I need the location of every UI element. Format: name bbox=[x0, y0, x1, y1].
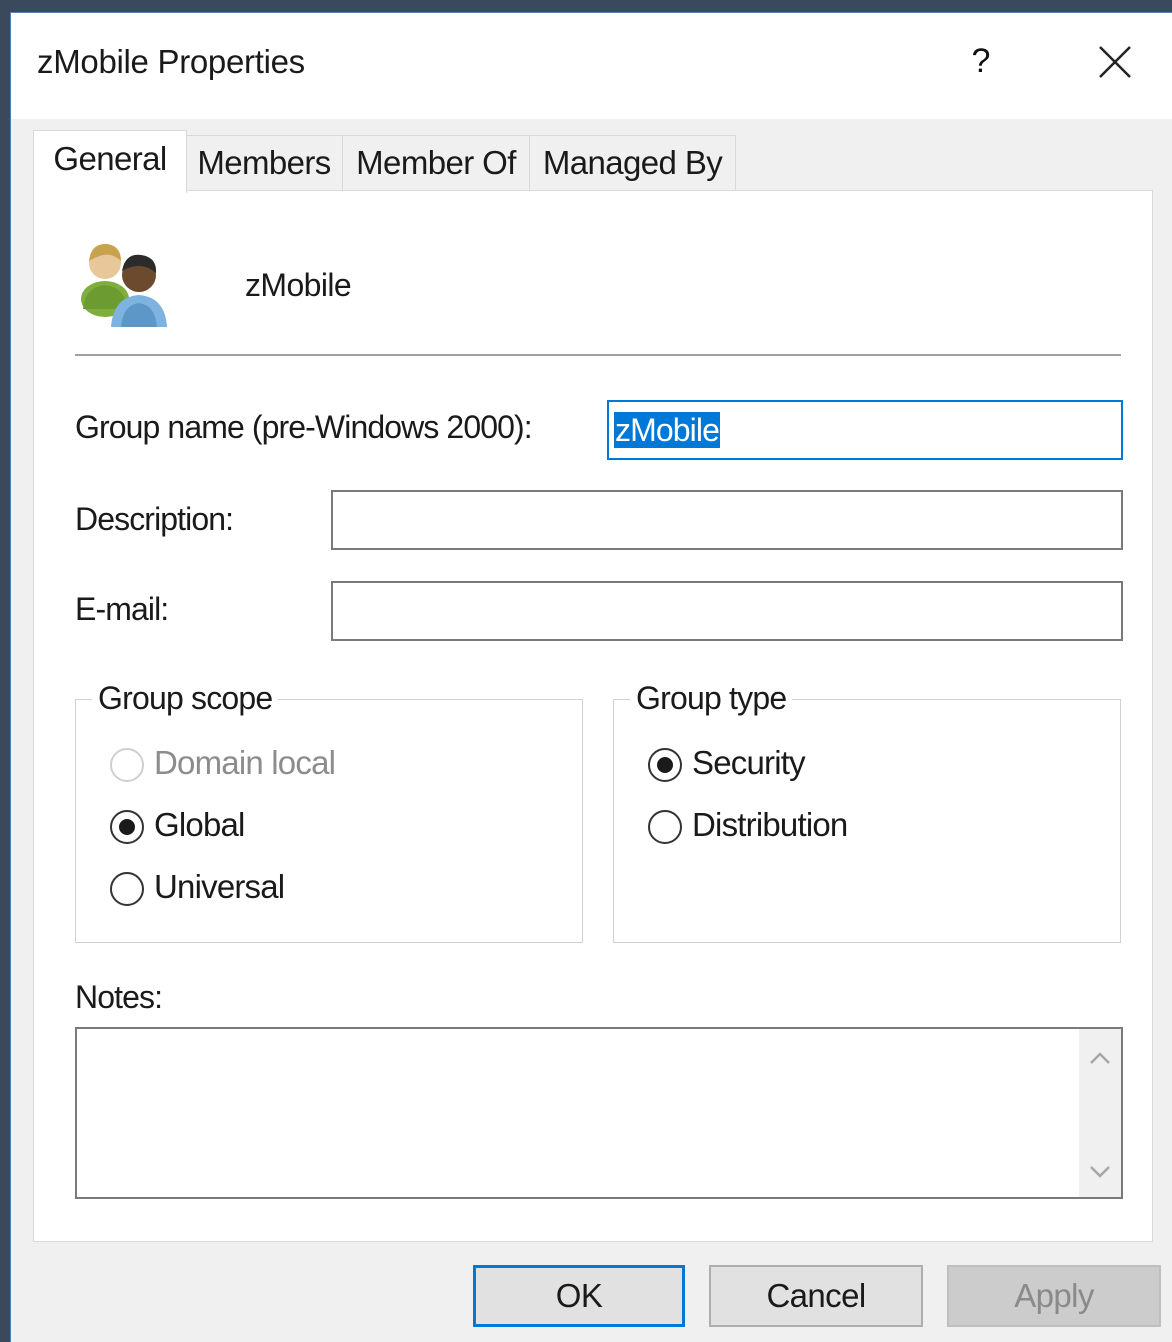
close-button[interactable] bbox=[1089, 31, 1139, 91]
group-scope-title: Group scope bbox=[92, 680, 279, 717]
help-button[interactable]: ? bbox=[956, 31, 1006, 91]
group-scope-box: Group scope Domain local Global Universa… bbox=[75, 680, 583, 943]
description-label: Description: bbox=[75, 501, 234, 537]
radio-distribution-button[interactable] bbox=[648, 810, 682, 844]
tab-managed-by[interactable]: Managed By bbox=[529, 135, 736, 190]
chevron-down-icon bbox=[1090, 1166, 1110, 1178]
group-users-icon bbox=[81, 243, 167, 327]
tab-members[interactable]: Members bbox=[185, 135, 343, 190]
notes-label: Notes: bbox=[75, 979, 163, 1015]
dialog-title: zMobile Properties bbox=[37, 43, 305, 80]
object-name-label: zMobile bbox=[245, 267, 352, 303]
chevron-up-icon bbox=[1090, 1052, 1110, 1064]
radio-security-button[interactable] bbox=[648, 748, 682, 782]
radio-domain-local: Domain local bbox=[110, 744, 360, 786]
email-label: E-mail: bbox=[75, 591, 169, 627]
group-name-field[interactable]: zMobile bbox=[607, 400, 1123, 460]
ok-button[interactable]: OK bbox=[473, 1265, 685, 1327]
radio-universal[interactable]: Universal bbox=[110, 868, 310, 910]
title-bar[interactable]: zMobile Properties ? bbox=[11, 13, 1172, 119]
description-field[interactable] bbox=[331, 490, 1123, 550]
close-icon bbox=[1099, 46, 1131, 78]
notes-textarea[interactable] bbox=[75, 1027, 1123, 1199]
radio-security[interactable]: Security bbox=[648, 744, 828, 786]
radio-domain-local-button bbox=[110, 748, 144, 782]
radio-global-button[interactable] bbox=[110, 810, 144, 844]
properties-dialog: zMobile Properties ? General Members Mem… bbox=[10, 12, 1172, 1342]
radio-security-label: Security bbox=[692, 744, 806, 781]
notes-scrollbar[interactable] bbox=[1079, 1029, 1121, 1197]
tab-general[interactable]: General bbox=[33, 130, 187, 193]
radio-distribution[interactable]: Distribution bbox=[648, 806, 868, 848]
scroll-down-button[interactable] bbox=[1079, 1151, 1121, 1191]
radio-universal-button[interactable] bbox=[110, 872, 144, 906]
radio-global-label: Global bbox=[154, 806, 245, 843]
group-type-title: Group type bbox=[630, 680, 793, 717]
scroll-up-button[interactable] bbox=[1079, 1039, 1121, 1079]
group-type-box: Group type Security Distribution bbox=[613, 680, 1121, 943]
group-name-value: zMobile bbox=[614, 412, 720, 448]
radio-global[interactable]: Global bbox=[110, 806, 270, 848]
apply-button[interactable]: Apply bbox=[947, 1265, 1161, 1327]
email-field[interactable] bbox=[331, 581, 1123, 641]
radio-universal-label: Universal bbox=[154, 868, 285, 905]
cancel-button[interactable]: Cancel bbox=[709, 1265, 923, 1327]
group-name-label: Group name (pre-Windows 2000): bbox=[75, 409, 533, 445]
header-separator bbox=[75, 354, 1121, 356]
radio-distribution-label: Distribution bbox=[692, 806, 848, 843]
tab-member-of[interactable]: Member Of bbox=[342, 135, 530, 190]
radio-domain-local-label: Domain local bbox=[154, 744, 336, 781]
